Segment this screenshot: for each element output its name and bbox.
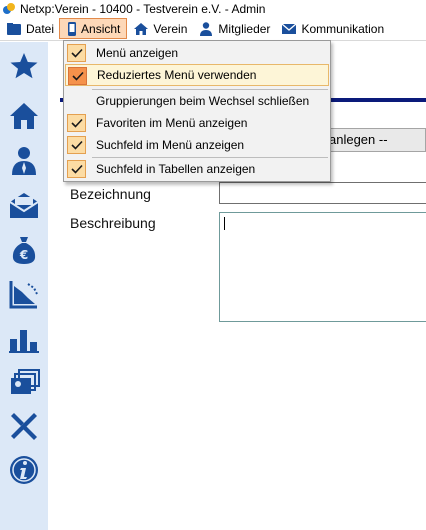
title-bar: Netxp:Verein - 10400 - Testverein e.V. -…: [0, 0, 426, 17]
folder-icon: [7, 22, 21, 35]
sidebar: €: [0, 42, 48, 530]
tools-icon[interactable]: [8, 410, 40, 442]
menu-ansicht[interactable]: Ansicht: [59, 18, 128, 39]
menu-bar: Datei Ansicht Verein Mitglieder Kommunik…: [0, 17, 426, 41]
mail-icon: [282, 23, 297, 34]
checkmark-icon: [67, 44, 86, 62]
home-icon[interactable]: [8, 100, 40, 132]
menu-option-label: Suchfeld im Menü anzeigen: [96, 138, 245, 152]
menu-option-reduziertes-menue[interactable]: Reduziertes Menü verwenden: [65, 64, 329, 86]
beschreibung-textarea[interactable]: [219, 212, 426, 322]
menu-option-label: Suchfeld in Tabellen anzeigen: [96, 162, 256, 176]
ansicht-dropdown-menu: Menü anzeigen Reduziertes Menü verwenden…: [63, 40, 331, 182]
menu-verein-label: Verein: [153, 21, 188, 36]
type-select[interactable]: anlegen --: [318, 128, 426, 152]
label-beschreibung: Beschreibung: [70, 215, 156, 231]
menu-option-suchfeld-menue[interactable]: Suchfeld im Menü anzeigen: [65, 134, 329, 156]
chart-trend-icon[interactable]: [8, 278, 40, 310]
menu-option-suchfeld-tabellen[interactable]: Suchfeld in Tabellen anzeigen: [65, 158, 329, 180]
checkmark-icon: [68, 67, 87, 85]
menu-kommunikation-label: Kommunikation: [301, 21, 385, 36]
svg-text:€: €: [19, 248, 28, 262]
phone-icon: [68, 21, 77, 36]
menu-option-label: Reduziertes Menü verwenden: [97, 68, 257, 82]
menu-option-gruppierungen[interactable]: Gruppierungen beim Wechsel schließen: [65, 90, 329, 112]
menu-option-menue-anzeigen[interactable]: Menü anzeigen: [65, 42, 329, 64]
checkmark-icon: [67, 160, 86, 178]
menu-option-label: Favoriten im Menü anzeigen: [96, 116, 248, 130]
type-select-value: anlegen --: [329, 132, 388, 147]
mail-icon[interactable]: [8, 190, 40, 222]
menu-datei[interactable]: Datei: [0, 18, 59, 40]
menu-datei-label: Datei: [26, 21, 55, 36]
menu-mitglieder[interactable]: Mitglieder: [192, 18, 275, 40]
menu-kommunikation[interactable]: Kommunikation: [275, 18, 389, 40]
menu-option-label: Gruppierungen beim Wechsel schließen: [96, 94, 310, 108]
cards-icon[interactable]: [8, 366, 40, 398]
bar-chart-icon[interactable]: [8, 322, 40, 354]
bezeichnung-input[interactable]: [219, 182, 426, 204]
users-icon: [200, 21, 213, 36]
menu-option-label: Menü anzeigen: [96, 46, 179, 60]
money-bag-icon[interactable]: €: [8, 234, 40, 266]
info-icon[interactable]: [8, 454, 40, 486]
star-icon[interactable]: [8, 50, 40, 82]
member-icon[interactable]: [8, 144, 40, 176]
window-title: Netxp:Verein - 10400 - Testverein e.V. -…: [20, 1, 266, 16]
menu-option-favoriten[interactable]: Favoriten im Menü anzeigen: [65, 112, 329, 134]
home-icon: [134, 22, 149, 35]
checkmark-icon: [67, 136, 86, 154]
menu-mitglieder-label: Mitglieder: [218, 21, 271, 36]
text-caret: [224, 217, 225, 230]
label-bezeichnung: Bezeichnung: [70, 186, 151, 202]
checkmark-icon: [67, 114, 86, 132]
menu-verein[interactable]: Verein: [127, 18, 192, 40]
menu-ansicht-label: Ansicht: [81, 21, 121, 36]
app-logo-icon: [3, 2, 15, 14]
